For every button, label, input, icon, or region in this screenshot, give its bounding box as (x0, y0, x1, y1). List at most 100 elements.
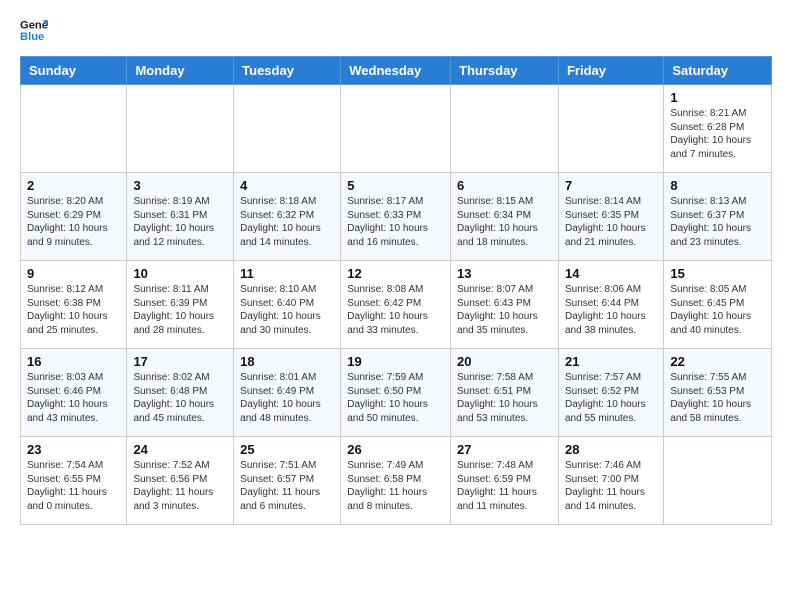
weekday-header-wednesday: Wednesday (341, 57, 451, 85)
day-number: 25 (240, 442, 334, 457)
calendar-cell (558, 85, 663, 173)
calendar-week-row: 2 Sunrise: 8:20 AM Sunset: 6:29 PM Daylig… (21, 173, 772, 261)
day-info: Sunrise: 8:15 AM Sunset: 6:34 PM Dayligh… (457, 195, 552, 249)
day-info: Sunrise: 8:13 AM Sunset: 6:37 PM Dayligh… (670, 195, 765, 249)
day-info: Sunrise: 8:08 AM Sunset: 6:42 PM Dayligh… (347, 283, 444, 337)
day-number: 22 (670, 354, 765, 369)
calendar-cell: 3 Sunrise: 8:19 AM Sunset: 6:31 PM Daylig… (127, 173, 234, 261)
day-info: Sunrise: 7:58 AM Sunset: 6:51 PM Dayligh… (457, 371, 552, 425)
day-number: 20 (457, 354, 552, 369)
day-info: Sunrise: 8:01 AM Sunset: 6:49 PM Dayligh… (240, 371, 334, 425)
day-number: 13 (457, 266, 552, 281)
calendar-cell (127, 85, 234, 173)
calendar-header-row: SundayMondayTuesdayWednesdayThursdayFrid… (21, 57, 772, 85)
page: General Blue SundayMondayTuesdayWednesda… (0, 0, 792, 545)
calendar-cell: 10Sunrise: 8:11 AM Sunset: 6:39 PM Dayli… (127, 261, 234, 349)
day-info: Sunrise: 7:54 AM Sunset: 6:55 PM Dayligh… (27, 459, 120, 513)
calendar-cell: 12 Sunrise: 8:08 AM Sunset: 6:42 PM Dayli… (341, 261, 451, 349)
day-number: 23 (27, 442, 120, 457)
calendar-cell: 22 Sunrise: 7:55 AM Sunset: 6:53 PM Dayli… (664, 349, 772, 437)
day-info: Sunrise: 7:46 AM Sunset: 7:00 PM Dayligh… (565, 459, 657, 513)
day-info: Sunrise: 8:19 AM Sunset: 6:31 PM Dayligh… (133, 195, 227, 249)
calendar-cell: 4 Sunrise: 8:18 AM Sunset: 6:32 PM Daylig… (234, 173, 341, 261)
day-number: 11 (240, 266, 334, 281)
day-number: 16 (27, 354, 120, 369)
day-info: Sunrise: 8:20 AM Sunset: 6:29 PM Dayligh… (27, 195, 120, 249)
calendar-table: SundayMondayTuesdayWednesdayThursdayFrid… (20, 56, 772, 525)
calendar-cell (21, 85, 127, 173)
day-number: 6 (457, 178, 552, 193)
day-info: Sunrise: 7:55 AM Sunset: 6:53 PM Dayligh… (670, 371, 765, 425)
day-number: 26 (347, 442, 444, 457)
day-info: Sunrise: 7:52 AM Sunset: 6:56 PM Dayligh… (133, 459, 227, 513)
day-info: Sunrise: 8:05 AM Sunset: 6:45 PM Dayligh… (670, 283, 765, 337)
calendar-cell: 7Sunrise: 8:14 AM Sunset: 6:35 PM Daylig… (558, 173, 663, 261)
day-info: Sunrise: 7:48 AM Sunset: 6:59 PM Dayligh… (457, 459, 552, 513)
day-number: 28 (565, 442, 657, 457)
calendar-cell: 5 Sunrise: 8:17 AM Sunset: 6:33 PM Daylig… (341, 173, 451, 261)
day-info: Sunrise: 8:02 AM Sunset: 6:48 PM Dayligh… (133, 371, 227, 425)
calendar-cell: 17 Sunrise: 8:02 AM Sunset: 6:48 PM Dayli… (127, 349, 234, 437)
day-info: Sunrise: 7:49 AM Sunset: 6:58 PM Dayligh… (347, 459, 444, 513)
day-number: 24 (133, 442, 227, 457)
day-number: 21 (565, 354, 657, 369)
day-number: 8 (670, 178, 765, 193)
calendar-week-row: 1 Sunrise: 8:21 AM Sunset: 6:28 PM Daylig… (21, 85, 772, 173)
calendar-cell: 15 Sunrise: 8:05 AM Sunset: 6:45 PM Dayli… (664, 261, 772, 349)
calendar-cell: 19 Sunrise: 7:59 AM Sunset: 6:50 PM Dayli… (341, 349, 451, 437)
calendar-week-row: 23 Sunrise: 7:54 AM Sunset: 6:55 PM Dayli… (21, 437, 772, 525)
day-number: 18 (240, 354, 334, 369)
day-info: Sunrise: 8:17 AM Sunset: 6:33 PM Dayligh… (347, 195, 444, 249)
day-info: Sunrise: 7:51 AM Sunset: 6:57 PM Dayligh… (240, 459, 334, 513)
day-number: 5 (347, 178, 444, 193)
day-info: Sunrise: 8:03 AM Sunset: 6:46 PM Dayligh… (27, 371, 120, 425)
calendar-cell: 6 Sunrise: 8:15 AM Sunset: 6:34 PM Daylig… (451, 173, 559, 261)
day-number: 12 (347, 266, 444, 281)
weekday-header-thursday: Thursday (451, 57, 559, 85)
day-number: 1 (670, 90, 765, 105)
day-number: 14 (565, 266, 657, 281)
calendar-cell: 21 Sunrise: 7:57 AM Sunset: 6:52 PM Dayli… (558, 349, 663, 437)
day-info: Sunrise: 8:06 AM Sunset: 6:44 PM Dayligh… (565, 283, 657, 337)
calendar-cell: 9Sunrise: 8:12 AM Sunset: 6:38 PM Daylig… (21, 261, 127, 349)
day-number: 3 (133, 178, 227, 193)
day-number: 15 (670, 266, 765, 281)
calendar-cell: 8 Sunrise: 8:13 AM Sunset: 6:37 PM Daylig… (664, 173, 772, 261)
day-number: 17 (133, 354, 227, 369)
calendar-cell (451, 85, 559, 173)
calendar-cell: 14 Sunrise: 8:06 AM Sunset: 6:44 PM Dayli… (558, 261, 663, 349)
day-info: Sunrise: 7:57 AM Sunset: 6:52 PM Dayligh… (565, 371, 657, 425)
calendar-cell: 26 Sunrise: 7:49 AM Sunset: 6:58 PM Dayli… (341, 437, 451, 525)
weekday-header-saturday: Saturday (664, 57, 772, 85)
calendar-week-row: 16 Sunrise: 8:03 AM Sunset: 6:46 PM Dayli… (21, 349, 772, 437)
calendar-cell (234, 85, 341, 173)
weekday-header-tuesday: Tuesday (234, 57, 341, 85)
day-info: Sunrise: 7:59 AM Sunset: 6:50 PM Dayligh… (347, 371, 444, 425)
calendar-cell: 25 Sunrise: 7:51 AM Sunset: 6:57 PM Dayli… (234, 437, 341, 525)
calendar-week-row: 9Sunrise: 8:12 AM Sunset: 6:38 PM Daylig… (21, 261, 772, 349)
day-info: Sunrise: 8:18 AM Sunset: 6:32 PM Dayligh… (240, 195, 334, 249)
day-number: 19 (347, 354, 444, 369)
calendar-cell: 18 Sunrise: 8:01 AM Sunset: 6:49 PM Dayli… (234, 349, 341, 437)
day-info: Sunrise: 8:07 AM Sunset: 6:43 PM Dayligh… (457, 283, 552, 337)
calendar-cell: 11 Sunrise: 8:10 AM Sunset: 6:40 PM Dayli… (234, 261, 341, 349)
day-info: Sunrise: 8:10 AM Sunset: 6:40 PM Dayligh… (240, 283, 334, 337)
calendar-cell (664, 437, 772, 525)
logo-icon: General Blue (20, 16, 48, 44)
calendar-cell: 27Sunrise: 7:48 AM Sunset: 6:59 PM Dayli… (451, 437, 559, 525)
weekday-header-friday: Friday (558, 57, 663, 85)
calendar-cell: 28 Sunrise: 7:46 AM Sunset: 7:00 PM Dayli… (558, 437, 663, 525)
day-info: Sunrise: 8:14 AM Sunset: 6:35 PM Dayligh… (565, 195, 657, 249)
calendar-cell: 16 Sunrise: 8:03 AM Sunset: 6:46 PM Dayli… (21, 349, 127, 437)
svg-text:Blue: Blue (20, 31, 44, 43)
weekday-header-monday: Monday (127, 57, 234, 85)
weekday-header-sunday: Sunday (21, 57, 127, 85)
day-number: 4 (240, 178, 334, 193)
day-info: Sunrise: 8:21 AM Sunset: 6:28 PM Dayligh… (670, 107, 765, 161)
header: General Blue (20, 16, 772, 44)
day-number: 2 (27, 178, 120, 193)
calendar-cell: 24 Sunrise: 7:52 AM Sunset: 6:56 PM Dayli… (127, 437, 234, 525)
calendar-cell: 23 Sunrise: 7:54 AM Sunset: 6:55 PM Dayli… (21, 437, 127, 525)
day-number: 9 (27, 266, 120, 281)
calendar-cell: 13 Sunrise: 8:07 AM Sunset: 6:43 PM Dayli… (451, 261, 559, 349)
